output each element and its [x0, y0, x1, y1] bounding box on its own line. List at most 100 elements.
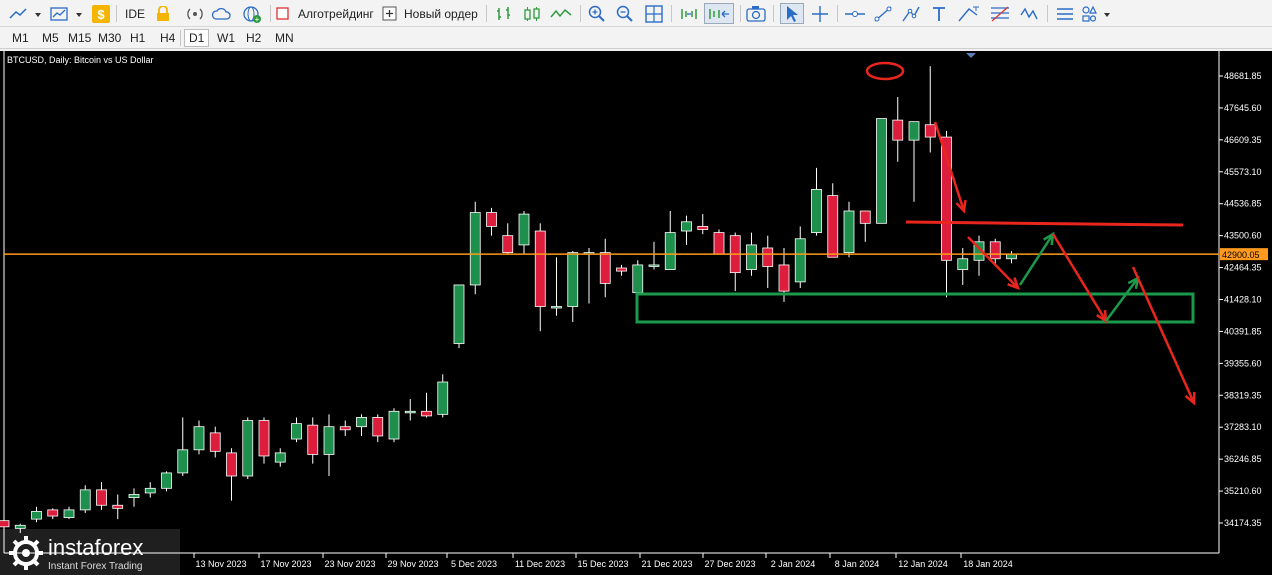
cursor-icon[interactable]	[780, 3, 804, 24]
instaforex-logo-icon	[9, 536, 43, 570]
wave-icon[interactable]	[1017, 3, 1041, 24]
candle-body	[226, 452, 237, 477]
price-tick-label: 44536.85	[1224, 199, 1262, 209]
fibonacci-icon[interactable]	[987, 3, 1013, 24]
candle-body	[957, 258, 969, 270]
candle-body	[144, 487, 156, 494]
price-tick-label: 41428.10	[1224, 295, 1262, 305]
line-chart-dropdown-icon[interactable]	[6, 3, 44, 24]
candle-body	[177, 449, 189, 474]
down-arrow-3	[1051, 233, 1108, 322]
price-tick-label: 47645.60	[1224, 103, 1262, 113]
pitchfork-icon[interactable]	[955, 3, 983, 24]
candle-body	[892, 119, 904, 141]
plus-icon	[382, 6, 397, 20]
timeframe-d1[interactable]: D1	[184, 29, 210, 47]
chart-window[interactable]: 42900.05 48681.85 47645.60 46609.35 45573.10…	[0, 51, 1272, 575]
price-tick-label: 40391.85	[1224, 326, 1262, 336]
candle-body	[242, 420, 254, 477]
signal-icon[interactable]	[184, 3, 206, 24]
crosshair-icon[interactable]	[809, 3, 831, 24]
candle-body	[63, 509, 75, 518]
timeframe-mn[interactable]: MN	[271, 29, 298, 47]
candle-body	[79, 489, 91, 511]
candle-body	[876, 118, 887, 224]
zoom-in-icon[interactable]	[586, 3, 608, 24]
timeframe-h1[interactable]: H1	[126, 29, 149, 47]
candle-body	[112, 504, 124, 509]
globe-plus-icon[interactable]: +	[240, 3, 264, 24]
candle-body	[388, 410, 400, 440]
candle-body	[486, 212, 497, 227]
candle-body	[404, 410, 416, 414]
lock-icon[interactable]	[154, 3, 172, 24]
candle-body	[372, 417, 384, 437]
price-tick-label: 43500.60	[1224, 231, 1262, 241]
horizontal-line-icon[interactable]	[843, 3, 867, 24]
date-tick-label: 21 Dec 2023	[641, 559, 692, 569]
timeframe-m15[interactable]: M15	[64, 29, 95, 47]
price-tick-label: 48681.85	[1224, 71, 1262, 81]
instaforex-logo: instaforex Instant Forex Trading	[0, 529, 180, 575]
svg-text:$: $	[97, 7, 105, 22]
candle-body	[31, 511, 42, 520]
indicators-icon[interactable]	[1053, 3, 1077, 24]
zoom-out-icon[interactable]	[614, 3, 636, 24]
algo-trading-label: Алготрейдинг	[298, 6, 374, 21]
channel-icon[interactable]	[899, 3, 923, 24]
candle-body	[274, 452, 286, 463]
svg-text:+: +	[255, 15, 260, 23]
candle-body	[746, 244, 757, 270]
candle-body	[697, 226, 709, 230]
candle-body	[356, 417, 367, 428]
timeframe-m1[interactable]: M1	[8, 29, 33, 47]
price-tick-label: 39355.60	[1224, 358, 1262, 368]
chart-template-dropdown-icon[interactable]	[47, 3, 85, 24]
price-chart[interactable]: 42900.05 48681.85 47645.60 46609.35 45573.10…	[0, 51, 1272, 575]
chart-shift-icon[interactable]	[704, 3, 734, 24]
candle-body	[291, 423, 302, 440]
trend-line-icon[interactable]	[871, 3, 895, 24]
date-tick-label: 18 Jan 2024	[963, 559, 1013, 569]
candle-body	[827, 195, 839, 258]
candle-body	[859, 210, 871, 224]
new-order-button[interactable]: Новый ордер	[382, 3, 480, 24]
ide-button[interactable]: IDE	[122, 3, 148, 24]
stop-icon	[276, 6, 289, 20]
down-arrow-4	[1131, 266, 1196, 404]
price-tick-label: 36246.85	[1224, 454, 1262, 464]
timeframe-m30[interactable]: M30	[94, 29, 125, 47]
timeframe-m5[interactable]: M5	[38, 29, 63, 47]
up-arrow-2	[1104, 277, 1140, 322]
candle-body	[437, 381, 449, 415]
line-icon[interactable]	[548, 3, 574, 24]
text-tool-icon[interactable]	[927, 3, 951, 24]
candle-body	[96, 489, 107, 506]
up-arrow-1	[1018, 233, 1055, 286]
timeframe-h4[interactable]: H4	[156, 29, 179, 47]
candle-body	[567, 252, 579, 307]
candlestick-icon[interactable]	[520, 3, 544, 24]
date-tick-label: 13 Nov 2023	[195, 559, 246, 569]
dollar-icon[interactable]: $	[91, 3, 111, 24]
price-tick-label: 37283.10	[1224, 422, 1262, 432]
timeframe-h2[interactable]: H2	[242, 29, 265, 47]
date-tick-label: 12 Jan 2024	[898, 559, 948, 569]
candle-body	[713, 232, 725, 255]
candle-body	[762, 247, 774, 267]
algo-trading-button[interactable]: Алготрейдинг	[276, 3, 376, 24]
candle-body	[307, 424, 319, 455]
timeframe-w1[interactable]: W1	[213, 29, 239, 47]
bar-chart-icon[interactable]	[492, 3, 516, 24]
autoscroll-icon[interactable]	[677, 3, 701, 24]
objects-dropdown-icon[interactable]	[1080, 3, 1114, 24]
grid-icon[interactable]	[642, 3, 666, 24]
date-tick-label: 23 Nov 2023	[324, 559, 375, 569]
high-circle-annotation	[865, 61, 905, 81]
screenshot-icon[interactable]	[745, 3, 767, 24]
candle-body	[632, 264, 644, 294]
logo-subtitle: Instant Forex Trading	[48, 561, 143, 572]
date-tick-label: 29 Nov 2023	[387, 559, 438, 569]
candle-body	[599, 252, 611, 284]
cloud-icon[interactable]	[210, 3, 234, 24]
